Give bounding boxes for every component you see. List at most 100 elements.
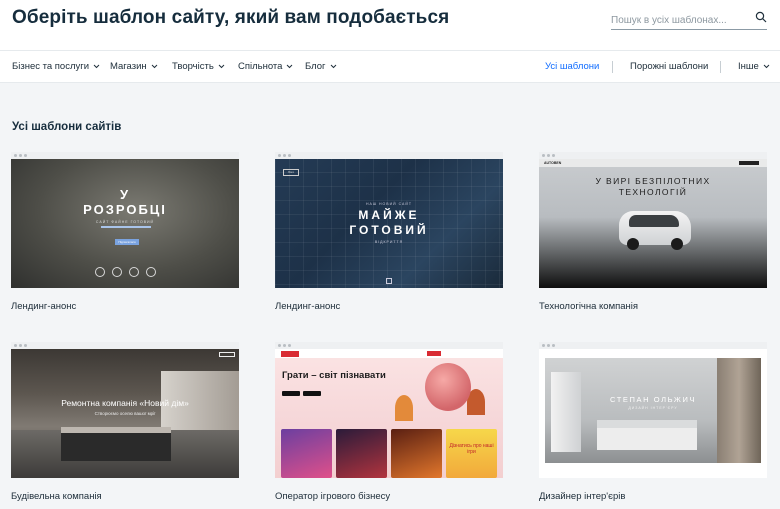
template-preview: AUTOBEN У ВИРІ БЕЗПІЛОТНИХ ТЕХНОЛОГІЙ (539, 159, 767, 288)
template-card[interactable]: Лого НАШ НОВИЙ САЙТ МАЙЖЕ ГОТОВИЙ ВІДКРИ… (275, 152, 503, 312)
template-name[interactable]: Лендинг-анонс (275, 301, 503, 312)
template-thumbnail[interactable]: СТЕПАН ОЛЬЖИЧ ДИЗАЙН ІНТЕР'ЄРУ (539, 342, 767, 478)
preview-line: ГОТОВИЙ (349, 223, 429, 237)
nav-item-label: Спільнота (238, 61, 283, 72)
preview-tagline: САЙТ ФАЙНЕ ГОТОВИЙ (95, 220, 155, 224)
page-title: Оберіть шаблон сайту, який вам подобаєть… (12, 7, 450, 28)
chevron-down-icon (287, 64, 293, 69)
preview-photo (61, 433, 171, 461)
nav-divider (612, 61, 613, 73)
chevron-down-icon (151, 64, 158, 69)
preview-subline: ДИЗАЙН ІНТЕР'ЄРУ (628, 406, 678, 410)
preview-nav-active (427, 351, 441, 356)
template-name[interactable]: Лендинг-анонс (11, 301, 239, 312)
nav-blog[interactable]: Блог (305, 61, 337, 72)
nav-item-label: Магазин (110, 61, 147, 72)
browser-bar (11, 342, 239, 349)
template-card[interactable]: СТЕПАН ОЛЬЖИЧ ДИЗАЙН ІНТЕР'ЄРУ Дизайнер … (539, 342, 767, 502)
template-card[interactable]: Грати – світ пізнавати Дізнатись про наш… (275, 342, 503, 502)
template-thumbnail[interactable]: AUTOBEN У ВИРІ БЕЗПІЛОТНИХ ТЕХНОЛОГІЙ (539, 152, 767, 288)
preview-line: У ВИРІ БЕЗПІЛОТНИХ (595, 176, 711, 186)
preview-vehicle (619, 211, 691, 250)
nav-other[interactable]: Інше (738, 61, 770, 72)
template-card[interactable]: У РОЗРОБЦІ САЙТ ФАЙНЕ ГОТОВИЙ Підписатис… (11, 152, 239, 312)
browser-bar (275, 152, 503, 159)
game-tile (336, 429, 387, 478)
preview-headline: Ремонтна компанія «Новий дім» (61, 398, 189, 408)
preview-mascot (425, 363, 471, 411)
nav-item-label: Блог (305, 61, 326, 72)
preview-header (275, 349, 503, 358)
template-preview: СТЕПАН ОЛЬЖИЧ ДИЗАЙН ІНТЕР'ЄРУ (539, 349, 767, 478)
game-tile (281, 429, 332, 478)
preview-art (395, 395, 413, 421)
template-thumbnail[interactable]: Лого НАШ НОВИЙ САЙТ МАЙЖЕ ГОТОВИЙ ВІДКРИ… (275, 152, 503, 288)
template-name[interactable]: Оператор ігрового бізнесу (275, 491, 503, 502)
nav-creative[interactable]: Творчість (172, 61, 225, 72)
preview-logo (281, 351, 299, 357)
chevron-down-icon (93, 64, 100, 69)
preview-input (101, 226, 151, 228)
template-thumbnail[interactable]: Ремонтна компанія «Новий дім» Створюємо … (11, 342, 239, 478)
nav-item-label: Інше (738, 61, 759, 72)
browser-bar (275, 342, 503, 349)
template-thumbnail[interactable]: Грати – світ пізнавати Дізнатись про наш… (275, 342, 503, 478)
chevron-down-icon (330, 64, 336, 69)
nav-community[interactable]: Спільнота (238, 61, 293, 72)
template-name[interactable]: Будівельна компанія (11, 491, 239, 502)
scroll-down-icon (386, 278, 392, 284)
preview-headline: СТЕПАН ОЛЬЖИЧ (609, 395, 697, 404)
nav-item-label: Бізнес та послуги (12, 61, 90, 72)
facebook-icon (95, 267, 105, 277)
browser-bar (11, 152, 239, 159)
preview-cta (219, 352, 235, 357)
nav-store[interactable]: Магазин (110, 61, 158, 72)
preview-photo (545, 358, 761, 463)
preview-tagline: ВІДКРИТТЯ (374, 240, 404, 244)
template-card[interactable]: AUTOBEN У ВИРІ БЕЗПІЛОТНИХ ТЕХНОЛОГІЙ Те… (539, 152, 767, 312)
template-preview: Грати – світ пізнавати Дізнатись про наш… (275, 349, 503, 478)
browser-bar (539, 342, 767, 349)
template-name[interactable]: Дизайнер інтер'єрів (539, 491, 767, 502)
chevron-down-icon (763, 64, 770, 69)
chevron-down-icon (218, 64, 225, 69)
preview-headline: У ВИРІ БЕЗПІЛОТНИХ ТЕХНОЛОГІЙ (539, 176, 767, 198)
slider-dots (647, 468, 662, 478)
linkedin-icon (112, 267, 122, 277)
preview-button: Підписатися (115, 239, 139, 245)
search-input[interactable] (611, 15, 751, 26)
template-card[interactable]: Ремонтна компанія «Новий дім» Створюємо … (11, 342, 239, 502)
preview-line: МАЙЖЕ (358, 208, 420, 222)
category-nav: Бізнес та послуги Магазин Творчість Спіл… (0, 50, 780, 83)
nav-item-label: Творчість (172, 61, 214, 72)
app-store-badge (282, 391, 300, 396)
instagram-icon (129, 267, 139, 277)
preview-brand: AUTOBEN (544, 161, 562, 165)
preview-line: РОЗРОБЦІ (83, 202, 167, 217)
template-thumbnail[interactable]: У РОЗРОБЦІ САЙТ ФАЙНЕ ГОТОВИЙ Підписатис… (11, 152, 239, 288)
nav-all-templates[interactable]: Усі шаблони (545, 61, 599, 72)
search-icon[interactable] (755, 11, 767, 23)
preview-small: НАШ НОВИЙ САЙТ (365, 202, 413, 206)
game-tile: Дізнатись про наші ігри (446, 429, 497, 478)
section-title: Усі шаблони сайтів (12, 121, 122, 133)
twitter-icon (146, 267, 156, 277)
search-box[interactable] (611, 10, 767, 30)
nav-blank-templates[interactable]: Порожні шаблони (630, 61, 708, 72)
preview-headline: Грати – світ пізнавати (282, 370, 386, 381)
preview-header (539, 159, 767, 167)
preview-subline: Створюємо оселю вашої мрії (94, 411, 156, 416)
template-name[interactable]: Технологічна компанія (539, 301, 767, 312)
game-tile (391, 429, 442, 478)
page-header: Оберіть шаблон сайту, який вам подобаєть… (0, 0, 780, 50)
nav-item-label: Порожні шаблони (630, 61, 709, 72)
preview-line: У (119, 187, 131, 202)
nav-item-label: Усі шаблони (545, 61, 600, 72)
google-play-badge (303, 391, 321, 396)
nav-divider (720, 61, 721, 73)
preview-logo: Лого (283, 169, 299, 176)
template-preview: Ремонтна компанія «Новий дім» Створюємо … (11, 349, 239, 478)
browser-bar (539, 152, 767, 159)
nav-business-services[interactable]: Бізнес та послуги (12, 61, 100, 72)
preview-line: ТЕХНОЛОГІЙ (618, 187, 688, 197)
